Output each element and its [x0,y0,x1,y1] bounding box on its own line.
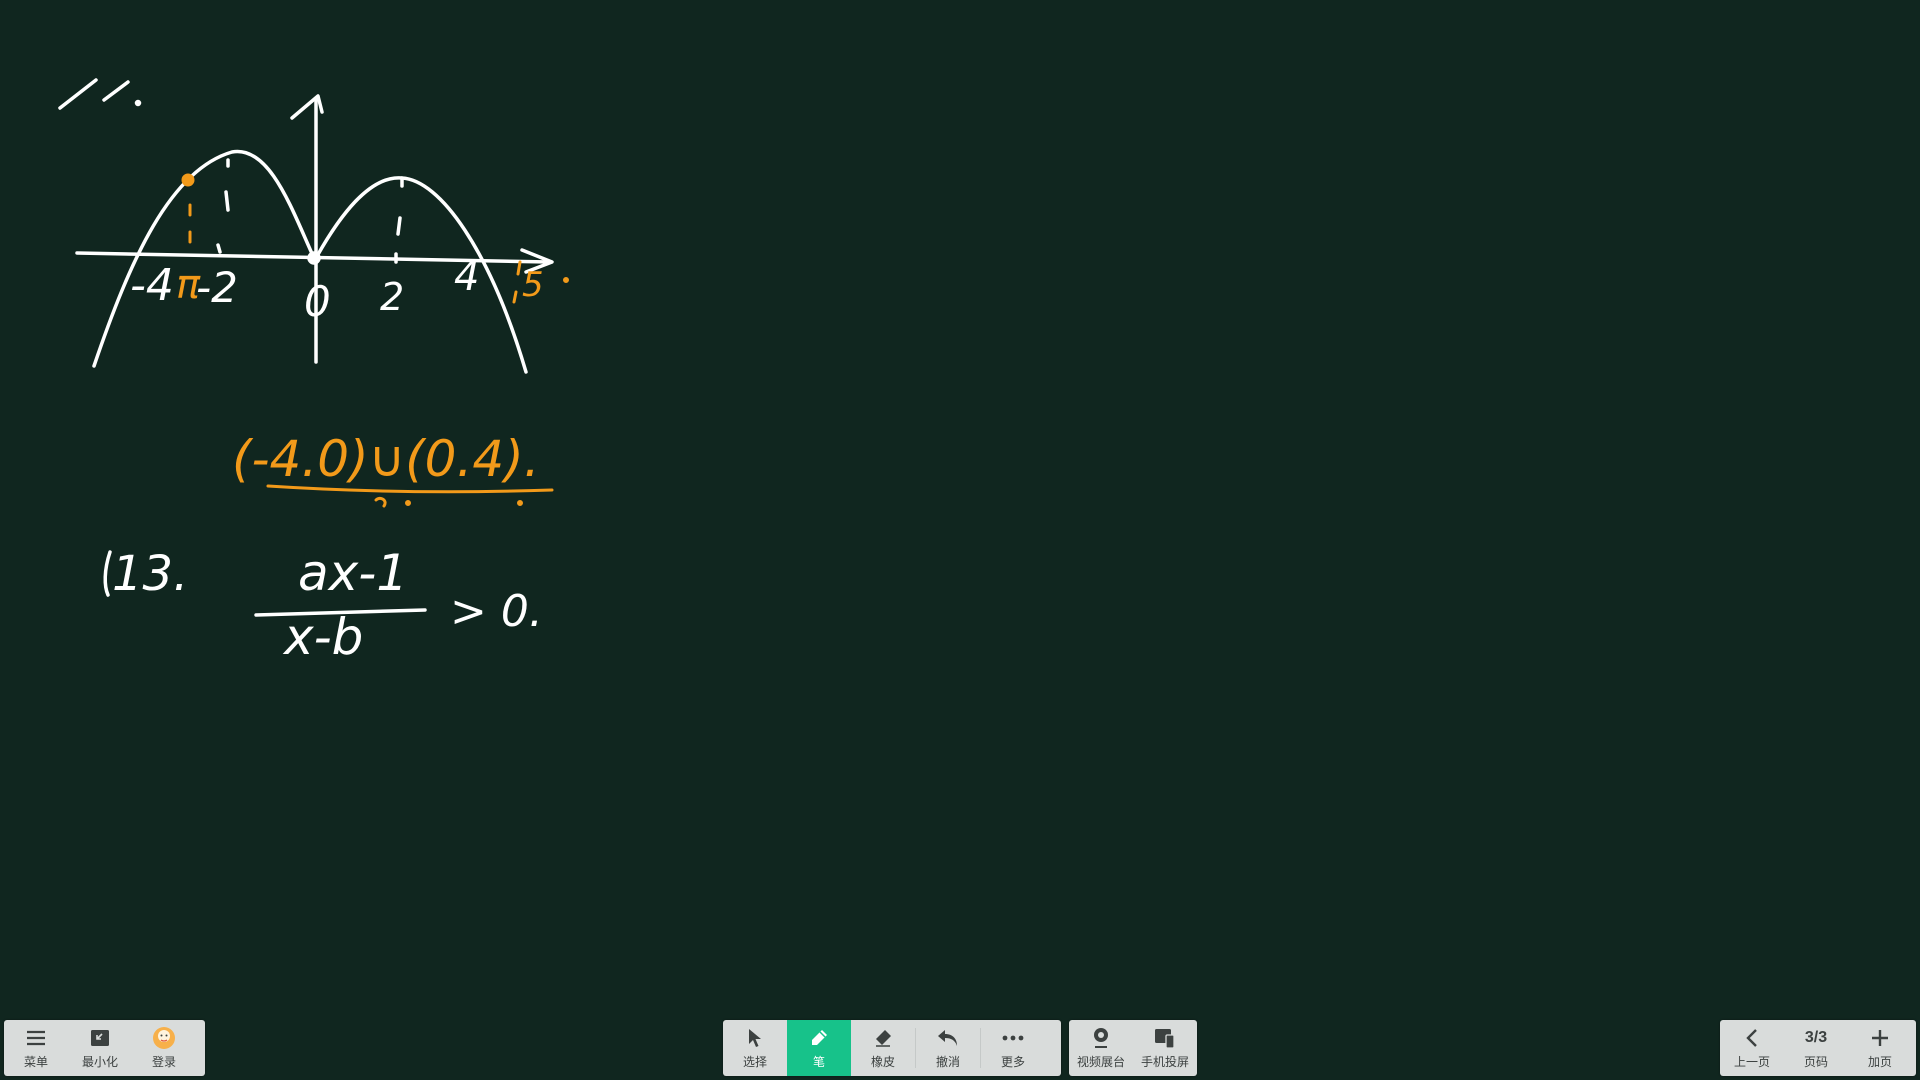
page-indicator[interactable]: 3/3 页码 [1784,1020,1848,1076]
plus-icon [1868,1026,1892,1050]
undo-label: 撤消 [935,1055,960,1069]
login-button[interactable]: 登录 [132,1020,196,1076]
minimize-label: 最小化 [81,1055,118,1069]
answer-interval: (-4.0)∪(0.4). [232,430,540,488]
prev-page-button[interactable]: 上一页 [1720,1020,1784,1076]
origin-point [307,251,321,265]
eraser-label: 橡皮 [870,1055,895,1069]
select-label: 选择 [742,1055,767,1069]
phone-cast-button[interactable]: 手机投屏 [1133,1020,1197,1076]
problem-13-one [103,550,112,597]
pen-icon [807,1026,831,1050]
cursor-icon [743,1026,767,1050]
eraser-icon [871,1026,895,1050]
orange-annotations [181,173,569,304]
phone-cast-icon [1153,1026,1177,1050]
left-toolbar: 菜单 最小化 登录 [4,1020,205,1076]
answer-underline [266,484,554,508]
eraser-tool-button[interactable]: 橡皮 [851,1020,915,1076]
pen-tool-button[interactable]: 笔 [787,1020,851,1076]
login-label: 登录 [151,1055,176,1069]
camera-icon [1089,1026,1113,1050]
select-tool-button[interactable]: 选择 [723,1020,787,1076]
tool-toolbar: 选择 笔 橡皮 撤消 更多 [723,1020,1061,1076]
pen-label: 笔 [812,1055,825,1069]
add-page-label: 加页 [1867,1055,1892,1069]
problem-11-number [58,78,142,110]
denominator: x-b [282,608,363,666]
menu-icon [24,1026,48,1050]
menu-button[interactable]: 菜单 [4,1020,68,1076]
menu-label: 菜单 [23,1055,48,1069]
problem-13-number: 13. [112,546,188,602]
label-neg2: -2 [196,263,238,312]
video-booth-button[interactable]: 视频展台 [1069,1020,1133,1076]
more-label: 更多 [1000,1055,1025,1069]
label-neg4: -4 [130,260,174,311]
page-label: 页码 [1803,1055,1828,1069]
chevron-left-icon [1740,1026,1764,1050]
page-number: 3/3 [1804,1029,1828,1046]
extras-toolbar: 视频展台 手机投屏 [1069,1020,1197,1076]
label-two: 2 [380,275,404,319]
add-page-button[interactable]: 加页 [1848,1020,1912,1076]
phone-cast-label: 手机投屏 [1140,1055,1189,1069]
avatar-icon [152,1026,176,1050]
minimize-icon [88,1026,112,1050]
numerator: ax-1 [298,544,408,602]
label-four: 4 [454,254,479,300]
video-booth-label: 视频展台 [1076,1055,1125,1069]
whiteboard-canvas[interactable]: -4 π -2 0 2 4 5 (-4.0)∪(0.4). 13. ax-1 x… [0,0,1920,1080]
undo-button[interactable]: 撤消 [916,1020,980,1076]
pager-toolbar: 上一页 3/3 页码 加页 [1720,1020,1916,1076]
undo-icon [936,1026,960,1050]
more-button[interactable]: 更多 [981,1020,1045,1076]
minimize-button[interactable]: 最小化 [68,1020,132,1076]
inequality: > 0. [450,586,543,637]
more-icon [1001,1026,1025,1050]
label-five: 5 [522,265,544,305]
label-zero: 0 [304,277,331,326]
prev-page-label: 上一页 [1733,1055,1770,1069]
